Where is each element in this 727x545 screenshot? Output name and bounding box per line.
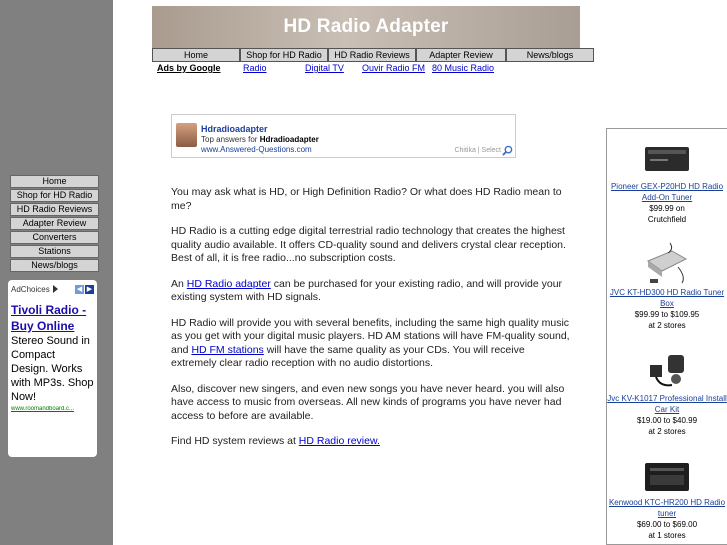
prev-arrow-icon[interactable]: ◀	[75, 284, 84, 294]
product-item: Kenwood KTC-HR200 HD Radio tuner $69.00 …	[607, 459, 727, 541]
kenwood-tuner-icon[interactable]	[642, 459, 692, 497]
adchoices-row: AdChoices ◀ ▶	[11, 282, 94, 296]
widget-footer[interactable]: Chitika | Select	[454, 147, 501, 154]
widget-url[interactable]: www.Answered-Questions.com	[201, 145, 312, 154]
ad-description: Stereo Sound in Compact Design. Works wi…	[11, 335, 94, 403]
paragraph: An HD Radio adapter can be purchased for…	[171, 278, 571, 305]
tuner-box-icon[interactable]	[642, 237, 692, 287]
top-nav-reviews[interactable]: HD Radio Reviews	[328, 48, 416, 62]
adchoices-icon[interactable]	[52, 285, 58, 293]
product-item: Jvc KV-K1017 Professional Install Car Ki…	[607, 349, 727, 437]
search-widget: Hdradioadapter Top answers for Hdradioad…	[171, 114, 516, 158]
left-nav-reviews[interactable]: HD Radio Reviews	[10, 203, 99, 216]
product-name-link[interactable]: Pioneer GEX-P20HD HD Radio Add-On Tuner	[607, 181, 727, 203]
widget-title[interactable]: Hdradioadapter	[201, 124, 268, 134]
ad-link-ouvir-radio[interactable]: Ouvir Radio FM	[362, 63, 425, 73]
next-arrow-icon[interactable]: ▶	[85, 284, 94, 294]
page-title: HD Radio Adapter	[283, 16, 449, 37]
product-store: at 1 stores	[648, 531, 686, 540]
left-nav-news[interactable]: News/blogs	[10, 259, 99, 272]
top-nav-adapter-review[interactable]: Adapter Review	[416, 48, 506, 62]
text-segment: Find HD system reviews at	[171, 435, 299, 447]
hd-radio-review-link[interactable]: HD Radio review.	[299, 435, 380, 447]
page: Home Shop for HD Radio HD Radio Reviews …	[0, 0, 727, 545]
ad-link-digital-tv[interactable]: Digital TV	[305, 63, 344, 73]
product-price: $99.99 to $109.95	[634, 310, 700, 319]
left-ad-box: AdChoices ◀ ▶ Tivoli Radio - Buy Online …	[8, 280, 97, 457]
ad-link-80-music[interactable]: 80 Music Radio	[432, 63, 494, 73]
paragraph: HD Radio is a cutting edge digital terre…	[171, 225, 566, 264]
left-nav-adapter-review[interactable]: Adapter Review	[10, 217, 99, 230]
paragraph: Also, discover new singers, and even new…	[171, 382, 565, 422]
left-nav-stations[interactable]: Stations	[10, 245, 99, 258]
widget-subtitle-bold: Hdradioadapter	[259, 135, 319, 144]
product-price: $19.00 to $40.99	[636, 416, 698, 425]
car-kit-icon[interactable]	[642, 349, 692, 393]
search-icon[interactable]	[502, 145, 513, 156]
product-name-link[interactable]: JVC KT-HD300 HD Radio Tuner Box	[607, 287, 727, 309]
top-nav-home[interactable]: Home	[152, 48, 240, 62]
left-nav-shop[interactable]: Shop for HD Radio	[10, 189, 99, 202]
product-item: JVC KT-HD300 HD Radio Tuner Box $99.99 t…	[607, 237, 727, 331]
left-nav-home[interactable]: Home	[10, 175, 99, 188]
header-banner: HD Radio Adapter	[152, 6, 580, 48]
product-price: $99.99 on	[649, 204, 685, 213]
adchoices-label[interactable]: AdChoices	[11, 285, 50, 294]
left-nav: Home Shop for HD Radio HD Radio Reviews …	[10, 175, 99, 273]
product-store: Crutchfield	[647, 215, 687, 224]
ads-by-google[interactable]: Ads by Google	[157, 63, 221, 73]
paragraph: Find HD system reviews at HD Radio revie…	[171, 435, 571, 449]
product-item: Pioneer GEX-P20HD HD Radio Add-On Tuner …	[607, 139, 727, 225]
text-segment: An	[171, 277, 187, 290]
ad-arrows: ◀ ▶	[75, 284, 94, 294]
left-nav-converters[interactable]: Converters	[10, 231, 99, 244]
main-content: You may ask what is HD, or High Definiti…	[171, 186, 571, 461]
widget-subtitle: Top answers for Hdradioadapter	[201, 135, 319, 144]
ad-url-link[interactable]: www.roomandboard.c...	[11, 406, 94, 412]
top-nav-news[interactable]: News/blogs	[506, 48, 594, 62]
product-price: $69.00 to $69.00	[636, 520, 698, 529]
product-store: at 2 stores	[648, 321, 686, 330]
top-nav-shop[interactable]: Shop for HD Radio	[240, 48, 328, 62]
car-tuner-icon[interactable]	[642, 139, 692, 181]
paragraph: HD Radio will provide you with several b…	[171, 317, 571, 371]
product-name-link[interactable]: Jvc KV-K1017 Professional Install Car Ki…	[607, 393, 727, 415]
widget-subtitle-prefix: Top answers for	[201, 135, 260, 144]
top-nav: Home Shop for HD Radio HD Radio Reviews …	[152, 48, 594, 62]
ad-link-radio[interactable]: Radio	[243, 63, 267, 73]
product-sidebar: Pioneer GEX-P20HD HD Radio Add-On Tuner …	[606, 128, 727, 545]
hd-radio-adapter-link[interactable]: HD Radio adapter	[187, 278, 271, 290]
ad-title-link[interactable]: Tivoli Radio - Buy Online	[11, 302, 94, 334]
avatar	[176, 123, 197, 147]
paragraph: You may ask what is HD, or High Definiti…	[171, 186, 562, 212]
product-store: at 2 stores	[648, 427, 686, 436]
hd-fm-stations-link[interactable]: HD FM stations	[191, 344, 263, 356]
left-sidebar: Home Shop for HD Radio HD Radio Reviews …	[0, 0, 113, 545]
product-name-link[interactable]: Kenwood KTC-HR200 HD Radio tuner	[607, 497, 727, 519]
